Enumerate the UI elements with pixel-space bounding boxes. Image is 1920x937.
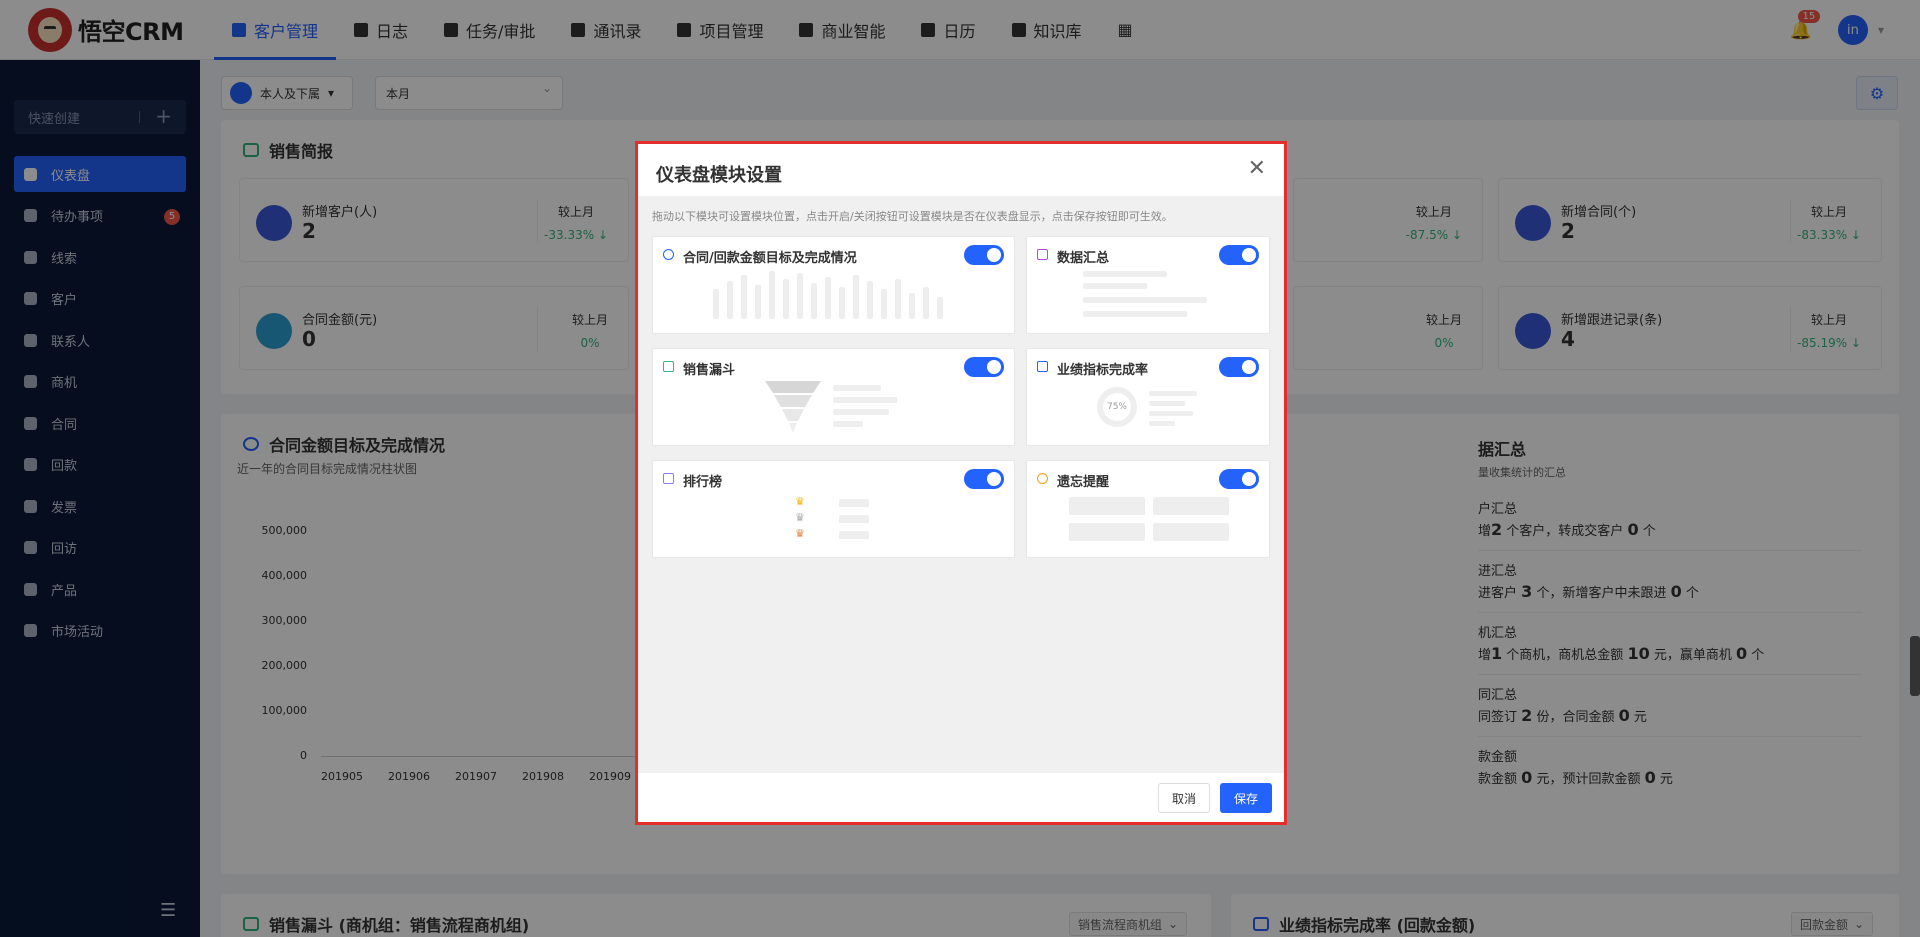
save-button[interactable]: 保存 — [1220, 783, 1272, 813]
dialog-title: 仪表盘模块设置 — [656, 165, 782, 186]
preview-bar — [811, 283, 817, 319]
preview-block — [1069, 497, 1145, 515]
close-icon[interactable]: ✕ — [1248, 156, 1266, 181]
module-card-sales-funnel[interactable]: 销售漏斗 — [652, 348, 1015, 446]
module-card-forget-reminder[interactable]: 遗忘提醒 — [1026, 460, 1270, 558]
preview-bar — [881, 289, 887, 319]
dialog-footer: 取消 保存 — [638, 772, 1284, 822]
preview-line — [839, 499, 869, 507]
gauge-preview: 75% — [1097, 387, 1137, 427]
preview-bar — [769, 271, 775, 319]
gold-crown-icon: ♛ — [795, 495, 805, 508]
preview-line — [1083, 283, 1147, 289]
module-toggle-sales-funnel[interactable] — [964, 357, 1004, 377]
preview-bar — [713, 289, 719, 319]
alarm-icon — [1037, 473, 1048, 484]
preview-block — [1153, 523, 1229, 541]
funnel-icon — [663, 361, 674, 372]
preview-line — [839, 531, 869, 539]
module-title: 合同/回款金额目标及完成情况 — [683, 251, 857, 266]
page-scrollbar[interactable] — [1910, 636, 1920, 696]
module-toggle-ranking[interactable] — [964, 469, 1004, 489]
performance-icon — [1037, 361, 1048, 372]
module-card-data-summary[interactable]: 数据汇总 — [1026, 236, 1270, 334]
preview-line — [833, 409, 889, 415]
preview-bar — [867, 281, 873, 319]
module-toggle-performance[interactable] — [1219, 357, 1259, 377]
preview-line — [1149, 401, 1185, 406]
target-icon — [663, 249, 674, 260]
dashboard-module-settings-dialog: 仪表盘模块设置 ✕ 拖动以下模块可设置模块位置，点击开启/关闭按钮可设置模块是否… — [635, 141, 1287, 825]
dialog-description: 拖动以下模块可设置模块位置，点击开启/关闭按钮可设置模块是否在仪表盘显示，点击保… — [652, 210, 1173, 223]
bronze-crown-icon: ♛ — [795, 527, 805, 540]
preview-bar — [839, 287, 845, 319]
preview-bar — [895, 279, 901, 319]
module-title: 业绩指标完成率 — [1057, 363, 1149, 378]
preview-bar — [727, 281, 733, 319]
preview-line — [1083, 311, 1187, 317]
preview-line — [833, 385, 881, 391]
preview-line — [839, 515, 869, 523]
module-toggle-data-summary[interactable] — [1219, 245, 1259, 265]
data-summary-icon — [1037, 249, 1048, 260]
module-title: 排行榜 — [683, 475, 723, 490]
module-toggle-contract-target[interactable] — [964, 245, 1004, 265]
preview-bar — [755, 285, 761, 319]
preview-line — [1083, 297, 1207, 303]
preview-bar — [741, 275, 747, 319]
module-toggle-forget-reminder[interactable] — [1219, 469, 1259, 489]
preview-line — [1149, 421, 1175, 426]
module-title: 遗忘提醒 — [1057, 475, 1110, 490]
preview-bar — [825, 277, 831, 319]
module-card-ranking[interactable]: 排行榜 ♛ ♛ ♛ — [652, 460, 1015, 558]
cancel-button[interactable]: 取消 — [1158, 783, 1210, 813]
preview-block — [1153, 497, 1229, 515]
module-card-contract-target[interactable]: 合同/回款金额目标及完成情况 — [652, 236, 1015, 334]
preview-bar — [797, 273, 803, 319]
preview-line — [833, 397, 897, 403]
funnel-preview — [765, 381, 821, 433]
preview-block — [1069, 523, 1145, 541]
preview-line — [1149, 391, 1197, 396]
dialog-body: 拖动以下模块可设置模块位置，点击开启/关闭按钮可设置模块是否在仪表盘显示，点击保… — [638, 196, 1284, 776]
preview-bar — [783, 279, 789, 319]
dialog-header: 仪表盘模块设置 ✕ — [638, 144, 1284, 196]
preview-bar — [909, 293, 915, 319]
module-card-performance[interactable]: 业绩指标完成率 75% — [1026, 348, 1270, 446]
silver-crown-icon: ♛ — [795, 511, 805, 524]
module-title: 数据汇总 — [1057, 251, 1110, 266]
preview-line — [1083, 271, 1167, 277]
ranking-icon — [663, 473, 674, 484]
preview-bar — [923, 287, 929, 319]
preview-line — [833, 421, 863, 427]
preview-line — [1149, 411, 1193, 416]
module-title: 销售漏斗 — [683, 363, 736, 378]
preview-bar — [937, 297, 943, 319]
preview-bar — [853, 275, 859, 319]
